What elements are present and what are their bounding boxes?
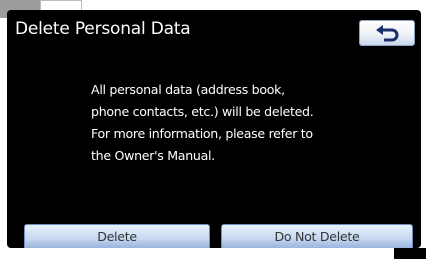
- do-not-delete-button[interactable]: Do Not Delete: [221, 224, 413, 248]
- return-arrow-icon: [376, 25, 399, 42]
- message-line: All personal data (address book,: [91, 82, 285, 97]
- message-line: phone contacts, etc.) will be deleted.: [91, 104, 314, 119]
- confirmation-message: All personal data (address book, phone c…: [91, 79, 361, 167]
- display-screen: Delete Personal Data All personal data (…: [7, 10, 421, 248]
- corner-mark: [394, 248, 426, 259]
- delete-button[interactable]: Delete: [24, 224, 210, 248]
- message-line: the Owner's Manual.: [91, 148, 215, 163]
- message-line: For more information, please refer to: [91, 126, 313, 141]
- back-button[interactable]: [359, 20, 415, 46]
- screen-title: Delete Personal Data: [15, 19, 191, 39]
